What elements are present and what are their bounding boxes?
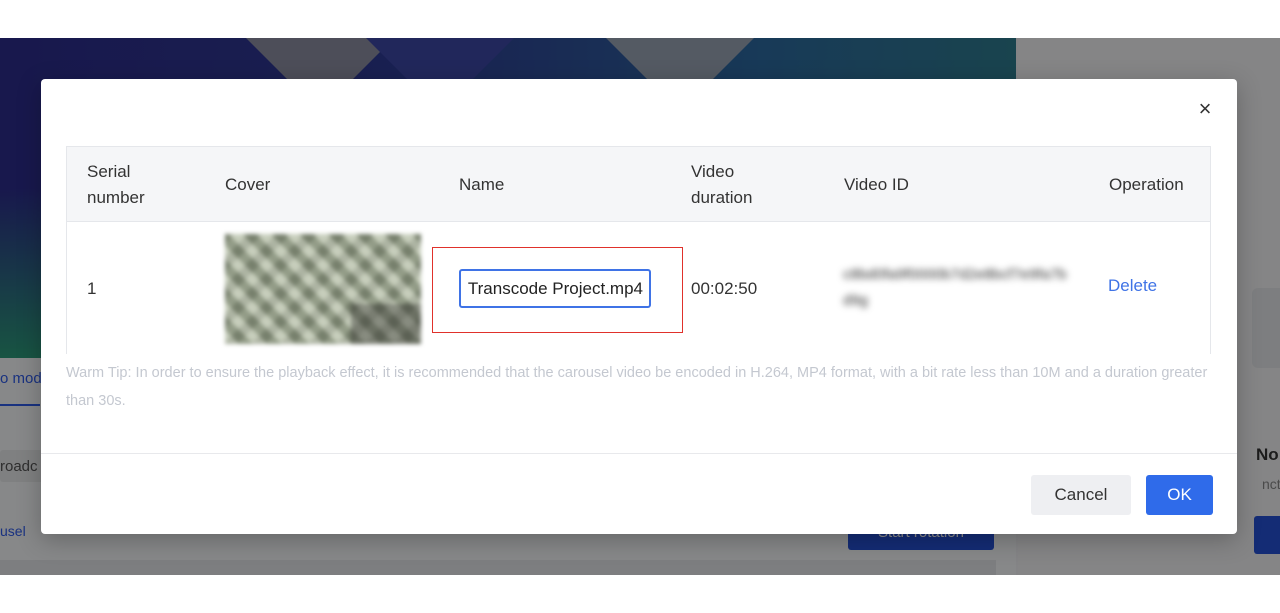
video-cover-thumbnail: [225, 234, 421, 344]
video-id-cell: c8bd0fa9f0000b7d2e8bcf7e9fa7bd9g: [843, 266, 1067, 309]
video-table: Serial number Cover Name Video duration …: [66, 146, 1211, 355]
table-header: Serial number Cover Name Video duration …: [67, 147, 1210, 222]
page: o mod roadc usel Start rotation No nctio…: [0, 0, 1280, 613]
column-label: Serial number: [87, 161, 145, 207]
column-label: Name: [459, 174, 505, 194]
column-operation: Operation: [1109, 147, 1209, 222]
column-label: Video ID: [844, 174, 909, 194]
table-row: 1 00:02:50 c8bd0fa9f0000b7d2e8bcf7e9fa7b…: [67, 222, 1210, 355]
column-serial-number: Serial number: [87, 147, 207, 222]
ok-button[interactable]: OK: [1146, 475, 1213, 515]
close-icon[interactable]: ×: [1191, 95, 1219, 123]
delete-link[interactable]: Delete: [1108, 276, 1157, 296]
serial-cell: 1: [87, 278, 97, 298]
column-label: Video duration: [691, 161, 753, 207]
column-name: Name: [459, 147, 659, 222]
cancel-button[interactable]: Cancel: [1031, 475, 1131, 515]
duration-cell: 00:02:50: [691, 278, 758, 298]
column-video-duration: Video duration: [691, 147, 811, 222]
warm-tip: Warm Tip: In order to ensure the playbac…: [66, 365, 1208, 409]
column-label: Operation: [1109, 174, 1184, 194]
column-cover: Cover: [225, 147, 425, 222]
column-label: Cover: [225, 174, 271, 194]
video-name-input[interactable]: [459, 269, 651, 308]
cover-shade: [351, 304, 421, 344]
column-video-id: Video ID: [844, 147, 1044, 222]
video-list-dialog: × Serial number Cover Name Video duratio…: [41, 79, 1237, 534]
footer-divider: [41, 453, 1237, 454]
